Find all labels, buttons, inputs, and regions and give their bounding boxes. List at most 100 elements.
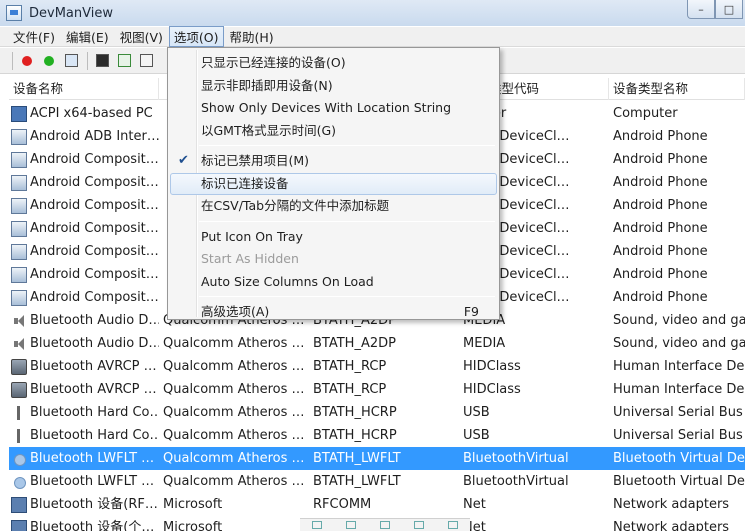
hid-icon	[11, 358, 27, 375]
device-name-text: Bluetooth Hard Co…	[30, 428, 159, 443]
column-header-device-name[interactable]: 设备名称	[9, 78, 159, 100]
save-icon[interactable]	[92, 51, 112, 71]
phone-icon	[11, 151, 27, 168]
options-menu-item: Start As Hidden	[170, 248, 497, 270]
phone-icon	[11, 128, 27, 145]
toolbar-separator	[87, 51, 88, 70]
cell-c4: Network adapters	[613, 497, 730, 512]
options-dropdown-menu: 只显示已经连接的设备(O) 显示非即插即用设备(N) Show Only Devic…	[167, 47, 500, 320]
mini-icon[interactable]	[380, 521, 390, 529]
cell-c4: Computer	[613, 106, 678, 121]
options-menu-item[interactable]: 高级选项(A) F9	[170, 301, 497, 323]
cell-device-name: Android Composit…	[9, 286, 159, 309]
cell-device-name: Android Composit…	[9, 240, 159, 263]
mini-icon[interactable]	[448, 521, 458, 529]
options-menu-item[interactable]: Show Only Devices With Location String	[170, 97, 497, 119]
net-icon	[11, 496, 27, 513]
table-row[interactable]: Bluetooth LWFLT … Qualcomm Atheros … BTATH…	[9, 447, 745, 470]
menu-item-label: Put Icon On Tray	[201, 228, 303, 244]
table-row[interactable]: Bluetooth AVRCP … Qualcomm Atheros … BTATH…	[9, 378, 745, 401]
cell-c4: Sound, video and ga…	[613, 336, 745, 351]
menu-item-label: 在CSV/Tab分隔的文件中添加标题	[201, 198, 390, 213]
cell-c4: Android Phone	[613, 175, 708, 190]
menu-item-label: Show Only Devices With Location String	[201, 100, 452, 115]
mini-icon[interactable]	[346, 521, 356, 529]
bt-icon	[11, 451, 27, 467]
table-row[interactable]: Bluetooth AVRCP … Qualcomm Atheros … BTATH…	[9, 355, 745, 378]
mini-icon[interactable]	[312, 521, 322, 529]
table-row[interactable]: Bluetooth LWFLT … Qualcomm Atheros … BTATH…	[9, 470, 745, 493]
refresh-icon[interactable]	[114, 51, 134, 71]
device-name-text: Bluetooth Audio D…	[30, 313, 159, 328]
mini-icon[interactable]	[414, 521, 424, 529]
minimize-button[interactable]: –	[687, 0, 715, 19]
menu-item[interactable]: 选项(O)	[168, 26, 224, 47]
cell-c2: BTATH_LWFLT	[313, 451, 401, 466]
cell-device-name: Bluetooth Hard Co…	[9, 424, 159, 447]
green-dot-icon[interactable]	[39, 51, 59, 71]
cell-c4: Bluetooth Virtual De…	[613, 474, 745, 489]
window-title: DevManView	[29, 5, 113, 21]
toolbar-separator	[12, 51, 13, 70]
cell-c2: BTATH_RCP	[313, 359, 387, 374]
options-menu-item[interactable]: Put Icon On Tray	[170, 226, 497, 248]
phone-icon	[11, 243, 27, 260]
options-menu-item[interactable]: 显示非即插即用设备(N)	[170, 75, 497, 97]
options-menu-item[interactable]: 标记已禁用项目(M) ✔	[170, 150, 497, 172]
device-name-text: Bluetooth AVRCP …	[30, 359, 157, 374]
maximize-button[interactable]: □	[715, 0, 743, 19]
cell-device-name: Bluetooth Hard Co…	[9, 401, 159, 424]
copy-icon[interactable]	[136, 51, 156, 71]
cell-c3: MEDIA	[463, 336, 506, 351]
menu-item[interactable]: 文件(F)	[8, 26, 60, 47]
cell-c1: Qualcomm Atheros …	[163, 359, 305, 374]
cell-device-name: Bluetooth AVRCP …	[9, 378, 159, 401]
table-row[interactable]: Bluetooth Hard Co… Qualcomm Atheros … BTAT…	[9, 424, 745, 447]
cell-c1: Microsoft	[163, 520, 223, 531]
menu-separator	[199, 145, 495, 146]
hid-icon	[11, 381, 27, 398]
cell-device-name: Android Composit…	[9, 217, 159, 240]
table-row[interactable]: Bluetooth Hard Co… Qualcomm Atheros … BTAT…	[9, 401, 745, 424]
device-name-text: Bluetooth LWFLT …	[30, 451, 155, 466]
red-dot-icon[interactable]	[17, 51, 37, 71]
device-name-text: Android ADB Inter…	[30, 129, 159, 144]
cell-c2: RFCOMM	[313, 497, 372, 512]
computer-icon	[11, 105, 27, 122]
cell-c3: Net	[463, 497, 486, 512]
device-name-text: ACPI x64-based PC	[30, 106, 153, 121]
column-header-device-type-name[interactable]: 设备类型名称	[609, 78, 745, 100]
cell-c3: BluetoothVirtual	[463, 451, 569, 466]
options-menu-item[interactable]: 以GMT格式显示时间(G)	[170, 120, 497, 142]
menu-bar: 文件(F) 编辑(E) 视图(V) 选项(O) 帮助(H)	[0, 26, 745, 47]
options-menu-item[interactable]: 标识已连接设备	[170, 172, 497, 195]
table-row[interactable]: Bluetooth 设备(RF… Microsoft RFCOMM Net Networ…	[9, 493, 745, 516]
app-icon	[6, 5, 22, 21]
cell-c4: Bluetooth Virtual De…	[613, 451, 745, 466]
menu-item-label: Auto Size Columns On Load	[201, 273, 374, 289]
menu-item[interactable]: 帮助(H)	[225, 26, 279, 47]
cell-c1: Qualcomm Atheros …	[163, 428, 305, 443]
cell-device-name: Android Composit…	[9, 148, 159, 171]
gear-icon[interactable]	[61, 51, 81, 71]
options-menu-item[interactable]: 只显示已经连接的设备(O)	[170, 52, 497, 74]
options-menu-item[interactable]: Auto Size Columns On Load	[170, 271, 497, 293]
device-name-text: Android Composit…	[30, 221, 159, 236]
cell-device-name: Bluetooth AVRCP …	[9, 355, 159, 378]
table-row[interactable]: Bluetooth Audio D… Qualcomm Atheros … BTAT…	[9, 332, 745, 355]
device-name-text: Bluetooth Hard Co…	[30, 405, 159, 420]
cell-c4: Human Interface De…	[613, 382, 745, 397]
cell-c4: Android Phone	[613, 290, 708, 305]
cell-c4: Network adapters	[613, 520, 730, 531]
device-name-text: Bluetooth 设备(RF…	[30, 497, 158, 512]
cell-c2: BTATH_RCP	[313, 382, 387, 397]
cell-device-name: ACPI x64-based PC	[9, 102, 159, 125]
options-menu-item[interactable]: 在CSV/Tab分隔的文件中添加标题	[170, 195, 497, 217]
cell-device-name: Android Composit…	[9, 263, 159, 286]
cell-c1: Qualcomm Atheros …	[163, 405, 305, 420]
menu-item[interactable]: 视图(V)	[115, 26, 168, 47]
cell-device-name: Android ADB Inter…	[9, 125, 159, 148]
menu-item[interactable]: 编辑(E)	[61, 26, 114, 47]
device-name-text: Android Composit…	[30, 244, 159, 259]
device-name-text: Bluetooth 设备(个…	[30, 520, 155, 531]
